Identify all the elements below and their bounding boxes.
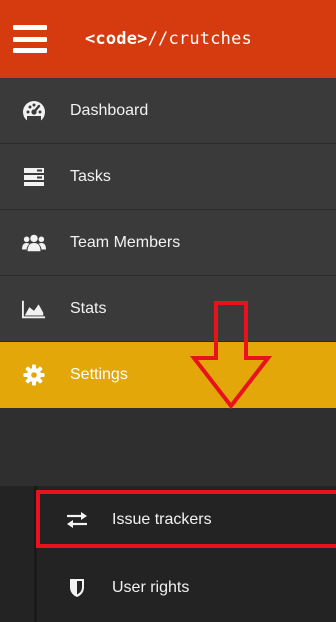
server-stack-icon <box>22 165 46 189</box>
exchange-arrows-icon <box>66 509 88 531</box>
brand-logo[interactable]: <code>//crutches <box>85 29 252 49</box>
sidebar-item-label: Stats <box>70 299 107 317</box>
submenu-item-issue-trackers[interactable]: Issue trackers <box>0 486 336 554</box>
sidebar-item-label: Tasks <box>70 167 111 185</box>
brand-name: //crutches <box>147 29 252 49</box>
area-chart-icon <box>22 297 46 321</box>
sidebar-item-stats[interactable]: Stats <box>0 276 336 342</box>
app-header: <code>//crutches <box>0 0 336 78</box>
submenu-indent-line <box>34 486 37 622</box>
users-icon <box>22 231 46 255</box>
shield-icon <box>66 577 88 599</box>
sidebar-item-settings[interactable]: Settings <box>0 342 336 408</box>
sidebar-nav: Dashboard Tasks Team Members Stats Setti… <box>0 78 336 408</box>
submenu-item-label: Issue trackers <box>112 511 212 528</box>
submenu-item-label: User rights <box>112 579 190 596</box>
settings-submenu: Issue trackers User rights <box>0 486 336 622</box>
brand-tag: <code> <box>85 29 148 49</box>
gear-icon <box>22 363 46 387</box>
sidebar-item-dashboard[interactable]: Dashboard <box>0 78 336 144</box>
sidebar-item-label: Team Members <box>70 233 181 251</box>
hamburger-menu-icon[interactable] <box>13 25 47 53</box>
sidebar-item-tasks[interactable]: Tasks <box>0 144 336 210</box>
sidebar-item-label: Settings <box>70 365 128 383</box>
sidebar-item-label: Dashboard <box>70 101 149 119</box>
tachometer-icon <box>22 99 46 123</box>
submenu-item-user-rights[interactable]: User rights <box>0 554 336 622</box>
sidebar-item-team-members[interactable]: Team Members <box>0 210 336 276</box>
